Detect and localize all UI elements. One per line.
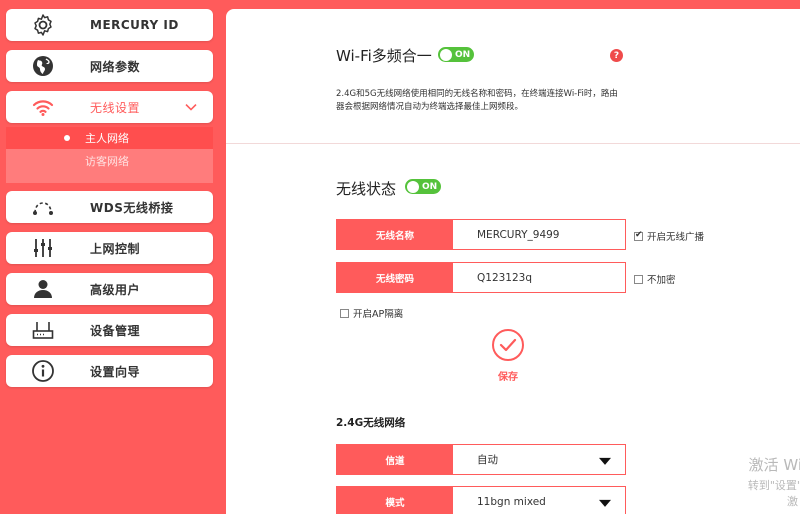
caret-down-icon[interactable]: [599, 499, 611, 507]
menu-label: 高级用户: [90, 282, 141, 297]
caret-down-icon[interactable]: [599, 457, 611, 465]
mode-value-wrap[interactable]: 11bgn mixed: [453, 487, 625, 514]
band-24g-title: 2.4G无线网络: [336, 417, 406, 429]
globe-icon: [30, 53, 56, 79]
gear-icon: [30, 12, 56, 38]
save-label[interactable]: 保存: [498, 368, 518, 383]
menu-item-setup-wizard[interactable]: 设置向导: [6, 355, 213, 387]
info-icon: [30, 358, 56, 384]
no-encrypt-checkbox[interactable]: [634, 274, 643, 284]
toggle-knob: [407, 180, 419, 193]
menu-label: 设备管理: [90, 323, 141, 338]
submenu-label: 主人网络: [85, 132, 129, 145]
activation-watermark-line3: 激: [787, 495, 798, 508]
checkmark-icon: [499, 338, 517, 352]
wifi-icon: [30, 94, 56, 120]
menu-label: 设置向导: [90, 364, 141, 379]
toggle-on-text: ON: [422, 181, 438, 192]
channel-value: 自动: [477, 454, 498, 466]
toggle-on-text: ON: [455, 49, 471, 60]
menu-item-internet-control[interactable]: 上网控制: [6, 232, 213, 264]
broadcast-checkbox-row[interactable]: 开启无线广播: [634, 229, 704, 243]
password-label: 无线密码: [337, 263, 453, 292]
wireless-status-toggle[interactable]: ON: [405, 179, 441, 194]
chevron-down-icon[interactable]: [185, 97, 197, 116]
mode-label: 模式: [337, 487, 453, 514]
ssid-input[interactable]: [477, 228, 607, 241]
main-panel: Wi-Fi多频合一 ON ? 2.4G和5G无线网络使用相同的无线名称和密码，在…: [226, 9, 800, 514]
activation-watermark-line1: 激活 Wi: [748, 456, 800, 474]
menu-item-wireless-settings[interactable]: 无线设置: [6, 91, 213, 123]
activation-watermark-line2: 转到"设置": [747, 479, 800, 492]
sliders-icon: [30, 235, 56, 261]
no-encrypt-label: 不加密: [647, 275, 676, 286]
channel-label: 信道: [337, 445, 453, 474]
channel-select[interactable]: 信道 自动: [336, 444, 626, 475]
ap-isolation-checkbox-row[interactable]: 开启AP隔离: [340, 306, 403, 320]
help-icon[interactable]: ?: [610, 49, 623, 62]
broadcast-label: 开启无线广播: [647, 232, 705, 243]
mode-value: 11bgn mixed: [477, 495, 546, 508]
ap-isolation-checkbox[interactable]: [340, 308, 349, 318]
menu-label: 无线设置: [90, 100, 141, 115]
menu-label: 上网控制: [90, 241, 141, 256]
menu-label: 网络参数: [90, 59, 141, 74]
menu-label: MERCURY ID: [90, 18, 179, 32]
broadcast-checkbox[interactable]: [634, 230, 643, 241]
ssid-label: 无线名称: [337, 220, 453, 249]
password-input[interactable]: [477, 271, 607, 284]
wds-bridge-icon: [30, 194, 56, 220]
password-field: 无线密码: [336, 262, 626, 293]
wifi-merge-description: 2.4G和5G无线网络使用相同的无线名称和密码，在终端连接Wi-Fi时，路由器会…: [336, 89, 618, 112]
menu-item-device-management[interactable]: 设备管理: [6, 314, 213, 346]
wifi-merge-title: Wi-Fi多频合一: [336, 47, 432, 65]
user-icon: [30, 276, 56, 302]
no-encrypt-checkbox-row[interactable]: 不加密: [634, 272, 676, 286]
sidebar: MERCURY ID 网络参数 无线设置 主人网络 访客网络 WDS无线桥接 上…: [0, 0, 226, 514]
menu-item-network-params[interactable]: 网络参数: [6, 50, 213, 82]
menu-item-advanced-user[interactable]: 高级用户: [6, 273, 213, 305]
menu-item-mercury-id[interactable]: MERCURY ID: [6, 9, 213, 41]
section-divider: [226, 143, 800, 144]
menu-item-wds-bridge[interactable]: WDS无线桥接: [6, 191, 213, 223]
channel-value-wrap[interactable]: 自动: [453, 445, 625, 474]
wireless-submenu: 主人网络 访客网络: [6, 127, 213, 183]
wireless-status-title: 无线状态: [336, 180, 397, 198]
menu-label: WDS无线桥接: [90, 200, 174, 215]
submenu-item-guest-network[interactable]: 访客网络: [6, 150, 213, 172]
ssid-field: 无线名称: [336, 219, 626, 250]
selected-dot-icon: [64, 135, 70, 141]
wifi-merge-toggle[interactable]: ON: [438, 47, 474, 62]
submenu-label: 访客网络: [85, 155, 129, 168]
password-value-wrap: [453, 263, 625, 292]
save-button[interactable]: [492, 329, 524, 361]
toggle-knob: [440, 48, 452, 61]
ap-isolation-label: 开启AP隔离: [353, 309, 404, 320]
router-icon: [30, 317, 56, 343]
submenu-item-host-network[interactable]: 主人网络: [6, 127, 213, 149]
ssid-value-wrap: [453, 220, 625, 249]
mode-select[interactable]: 模式 11bgn mixed: [336, 486, 626, 514]
